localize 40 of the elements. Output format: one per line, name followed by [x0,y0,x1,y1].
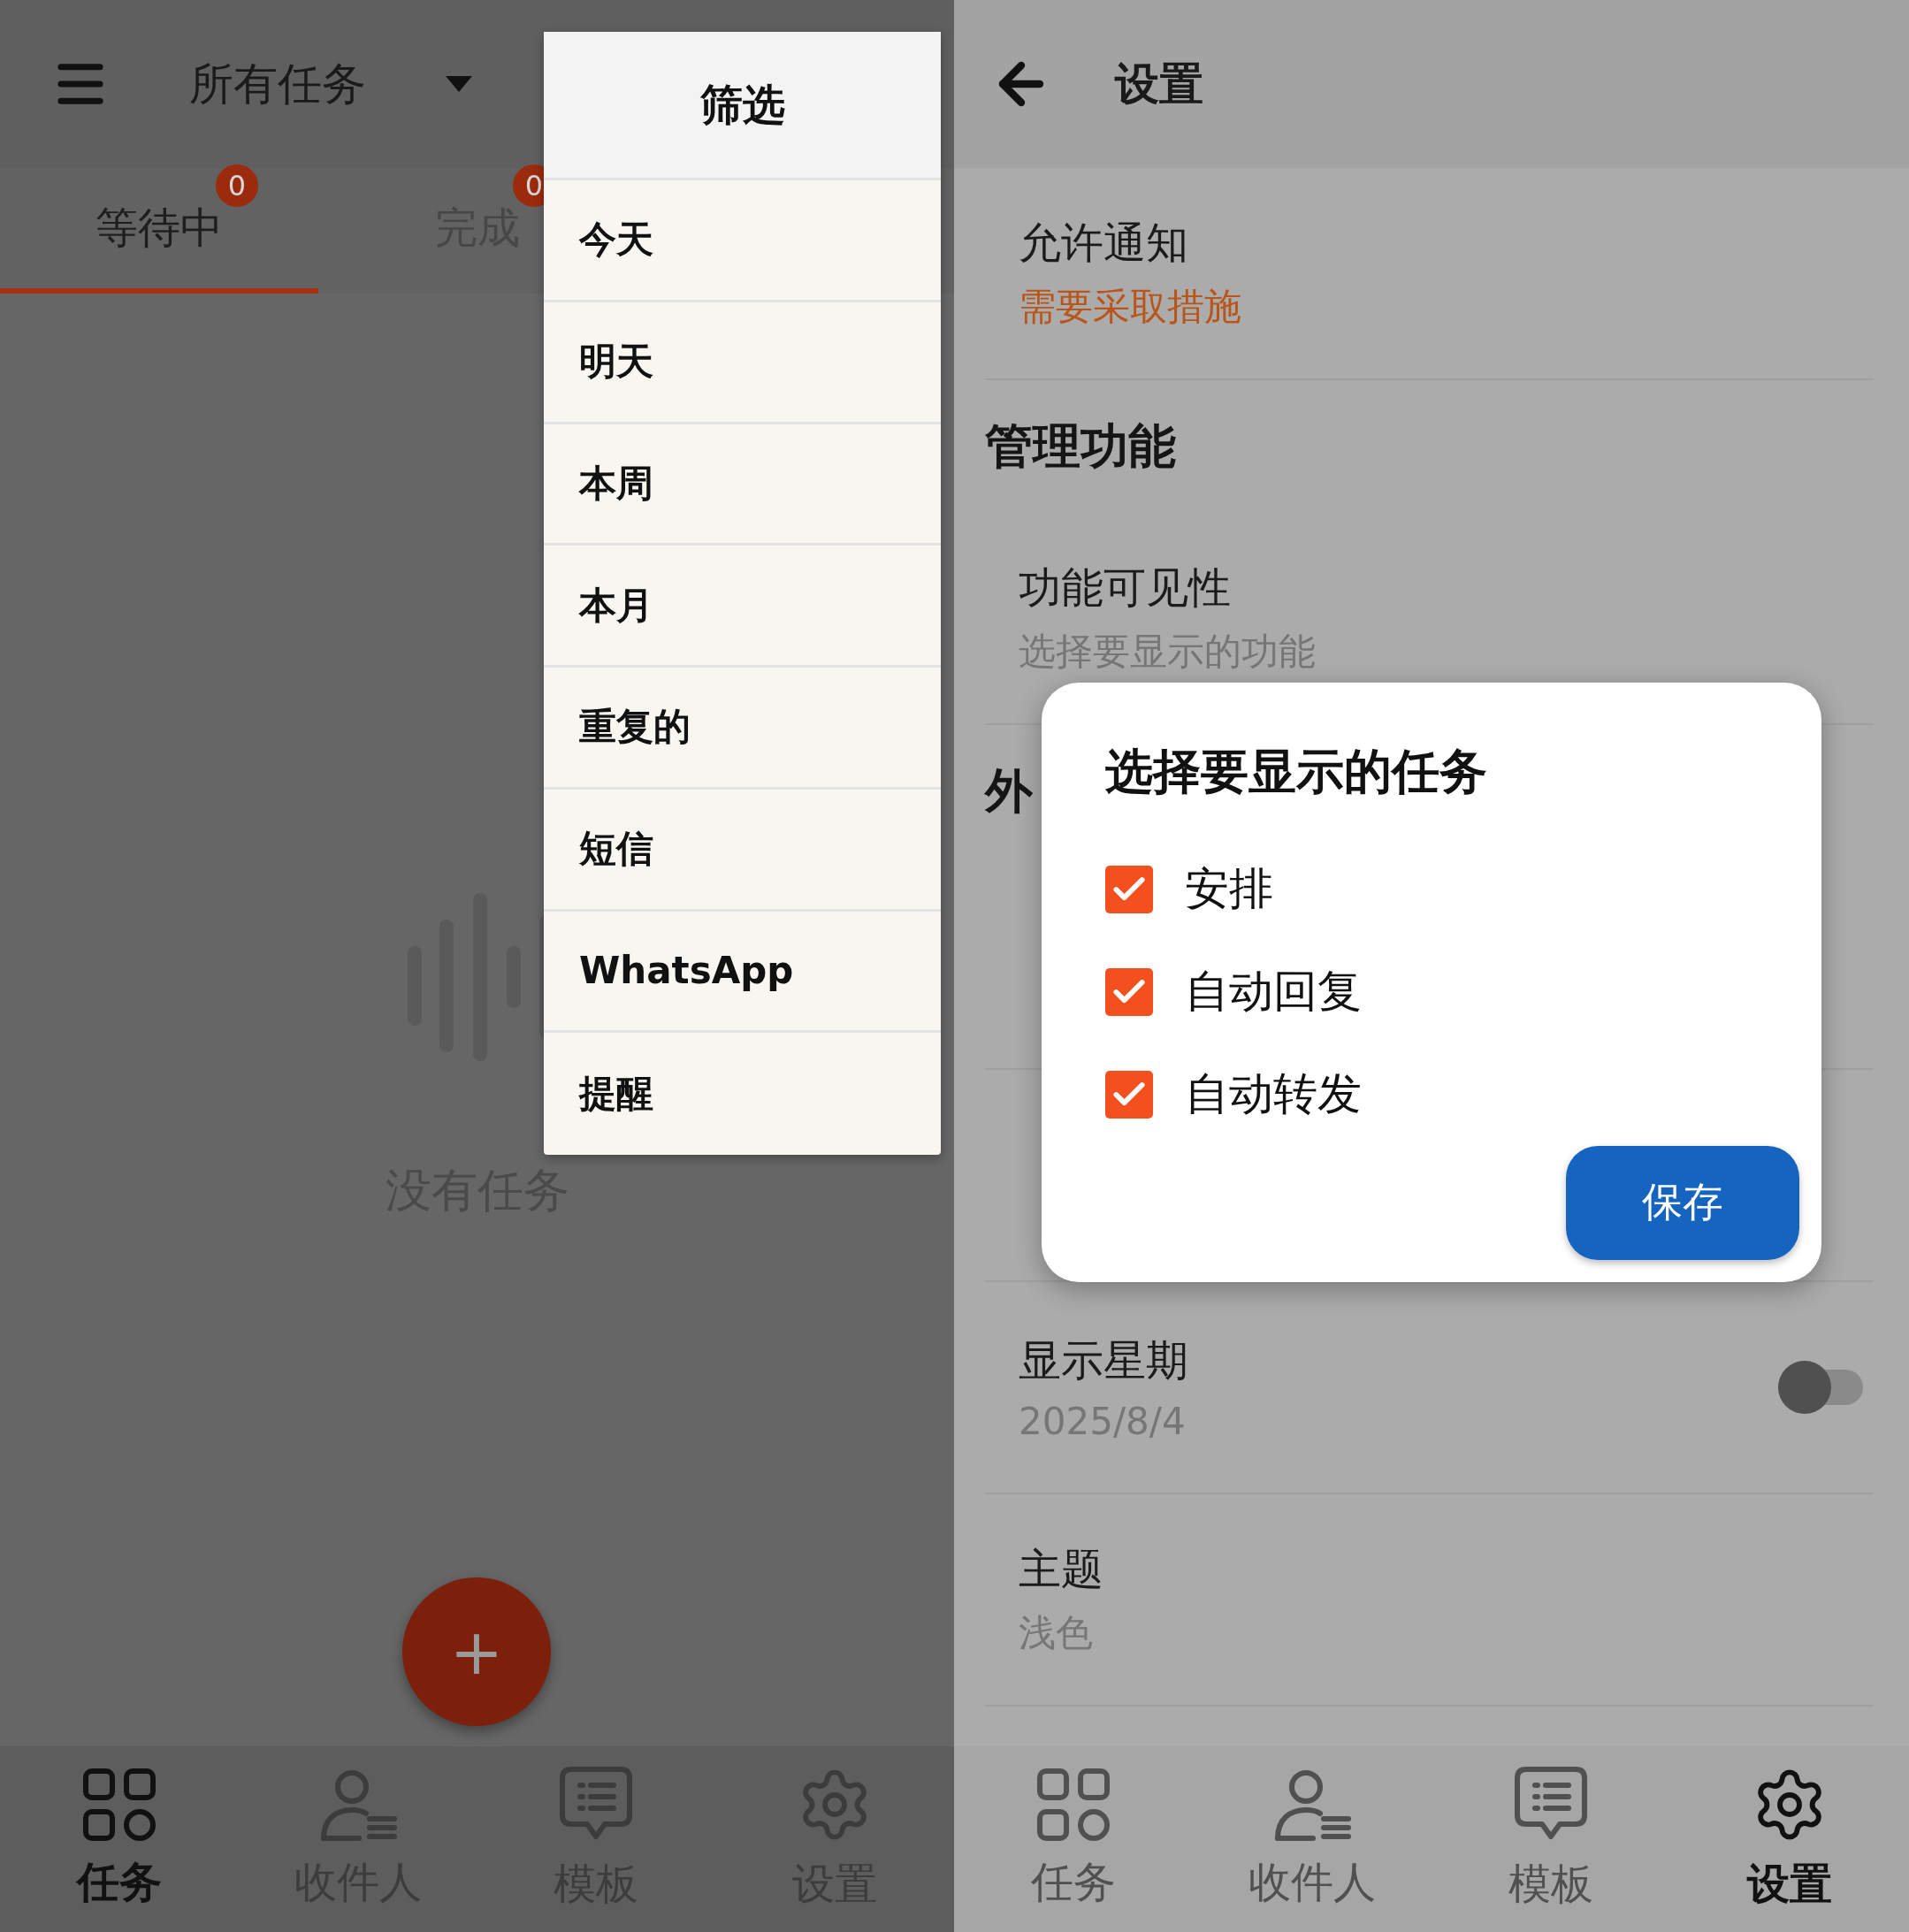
add-button[interactable]: + [402,1577,551,1726]
menu-title: 筛选 [544,32,941,180]
option-label: 安排 [1185,862,1273,917]
setting-subtitle: 需要采取措施 [1019,284,1241,330]
nav-label: 设置 [1747,1858,1832,1910]
menu-item[interactable]: 提醒 [544,1033,941,1155]
menu-item[interactable]: 明天 [544,302,941,424]
toggle-switch[interactable] [1778,1361,1863,1414]
grid-icon [1036,1768,1111,1842]
nav-label: 收件人 [1248,1856,1376,1908]
nav-label: 模板 [1508,1858,1593,1910]
save-button[interactable]: 保存 [1566,1145,1799,1260]
person-list-icon [1272,1768,1352,1842]
screen-title: 设置 [1115,57,1203,111]
dropdown-caret-icon[interactable] [446,76,472,92]
setting-title: 允许通知 [1019,217,1189,269]
menu-item[interactable]: 重复的 [544,668,941,790]
checkbox[interactable] [1105,865,1153,913]
checkbox[interactable] [1105,967,1153,1016]
setting-title: 显示星期 [1019,1333,1188,1386]
tab[interactable]: 等待中 0 [0,168,318,294]
option-label: 自动回复 [1185,965,1362,1019]
menu-item[interactable]: 本周 [544,424,941,546]
nav-label: 任务 [1031,1856,1116,1908]
section-heading: 外 [985,761,1033,821]
menu-item[interactable]: 今天 [544,180,941,302]
setting-title: 主题 [1019,1543,1103,1595]
option-label: 自动转发 [1185,1067,1362,1122]
setting-title: 功能可见性 [1019,561,1232,614]
section-heading: 管理功能 [985,416,1176,476]
nav-label: 任务 [76,1856,162,1908]
checkbox[interactable] [1105,1070,1153,1119]
menu-item[interactable]: 本月 [544,546,941,668]
nav-tab[interactable]: 设置 [1670,1746,1909,1932]
count-badge: 0 [216,164,258,207]
menu-item[interactable]: WhatsApp [544,911,941,1034]
settings-row[interactable]: 允许通知 需要采取措施 [985,168,1874,380]
menu-item[interactable]: 短信 [544,789,941,912]
dialog-title: 选择要显示的任务 [1105,743,1488,801]
grid-icon [81,1768,157,1842]
